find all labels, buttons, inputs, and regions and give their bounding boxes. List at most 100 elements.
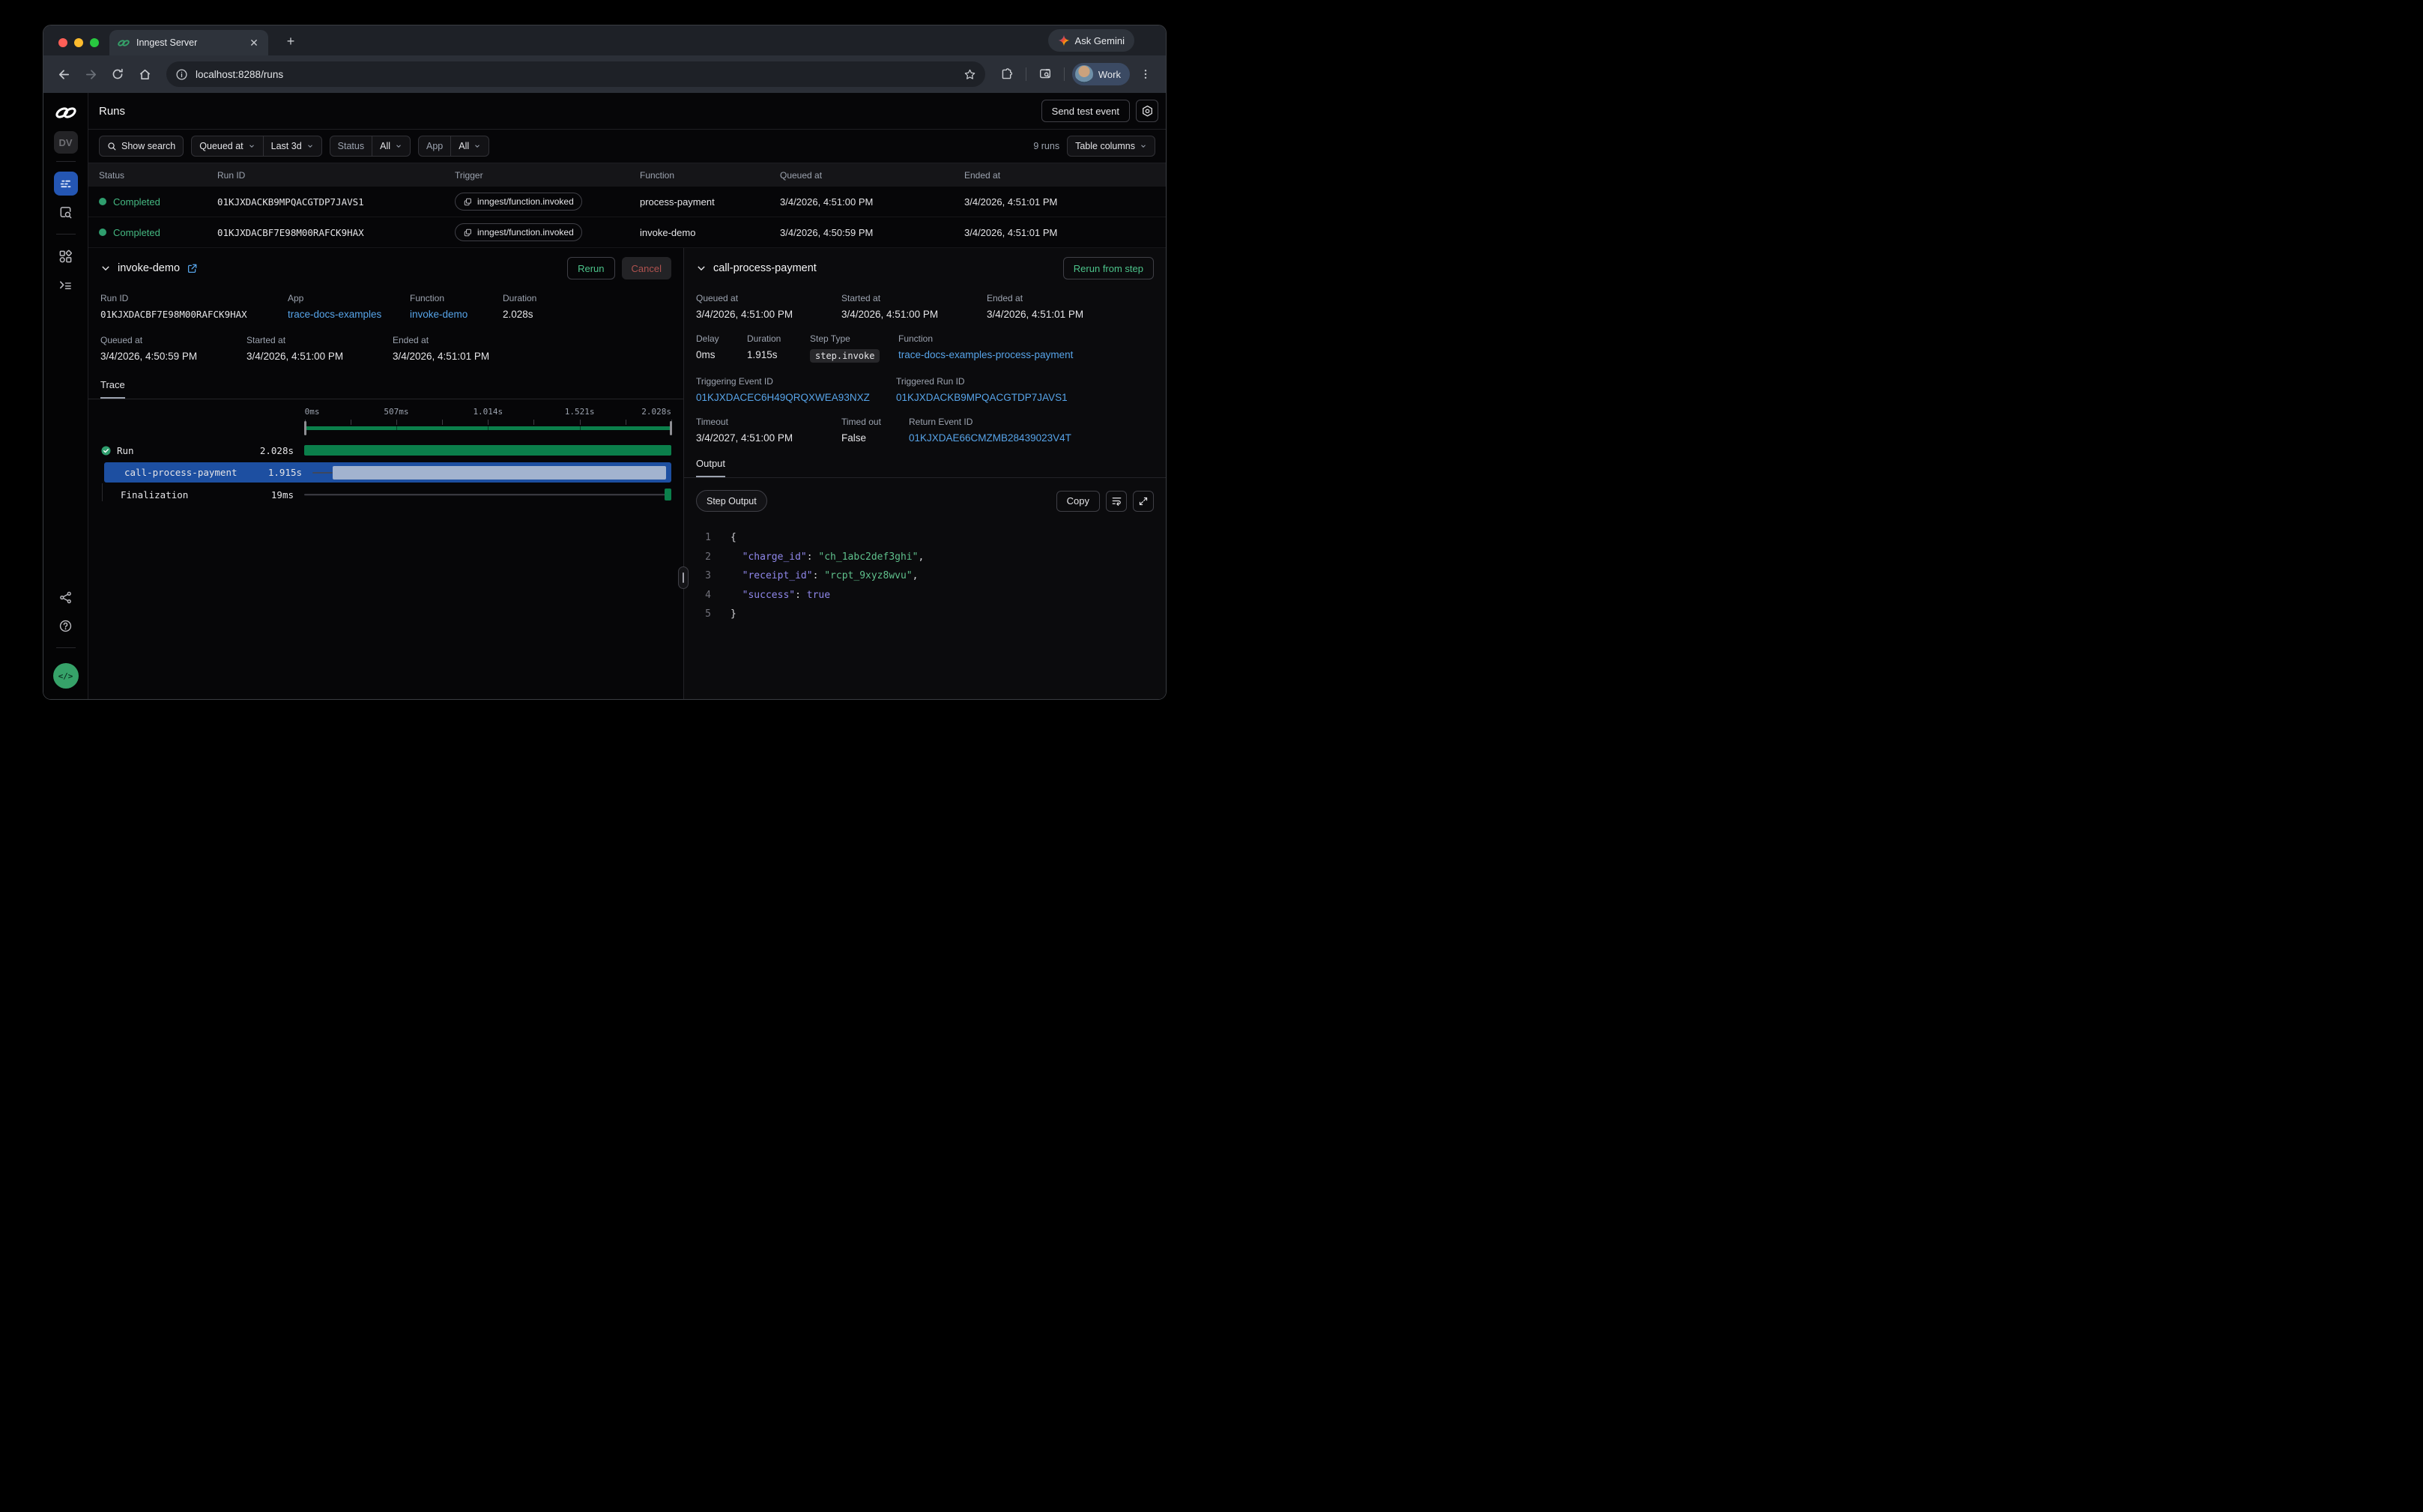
- search-tabs-icon[interactable]: [1034, 63, 1056, 85]
- tab-trace[interactable]: Trace: [100, 379, 125, 399]
- trace-row-finalization[interactable]: Finalization 19ms: [100, 486, 671, 504]
- word-wrap-button[interactable]: [1106, 491, 1127, 512]
- axis-tick-label: 1.521s: [565, 407, 595, 417]
- reload-button[interactable]: [106, 63, 129, 85]
- window-controls[interactable]: [58, 38, 99, 47]
- env-badge[interactable]: DV: [54, 131, 78, 154]
- sidebar-item-runs[interactable]: [54, 172, 78, 196]
- forward-button[interactable]: [79, 63, 102, 85]
- profile-label: Work: [1098, 69, 1121, 80]
- started-value: 3/4/2026, 4:51:00 PM: [841, 309, 987, 320]
- triggering-event-id-label: Triggering Event ID: [696, 376, 896, 387]
- sidebar-item-apps[interactable]: [54, 244, 78, 268]
- inngest-logo-icon[interactable]: [54, 105, 78, 121]
- step-type-badge: step.invoke: [810, 349, 880, 363]
- trace-row-run[interactable]: Run 2.028s: [100, 441, 671, 459]
- span-bar[interactable]: [665, 489, 671, 501]
- time-field-dropdown[interactable]: Queued at: [192, 136, 262, 156]
- trigger-pill[interactable]: inngest/function.invoked: [455, 223, 582, 241]
- browser-tab[interactable]: Inngest Server ✕: [109, 30, 268, 55]
- bookmark-star-icon[interactable]: [964, 68, 976, 81]
- url-text[interactable]: localhost:8288/runs: [196, 69, 956, 80]
- status-filter-value[interactable]: All: [372, 136, 410, 156]
- output-code[interactable]: 1{ 2 "charge_id": "ch_1abc2def3ghi", 3 "…: [696, 528, 1154, 624]
- url-bar[interactable]: localhost:8288/runs: [166, 61, 985, 87]
- table-columns-dropdown[interactable]: Table columns: [1067, 136, 1155, 157]
- run-id-value: 01KJXDACBF7E98M00RAFCK9HAX: [100, 309, 288, 320]
- step-output-button[interactable]: Step Output: [696, 490, 767, 512]
- function-link[interactable]: invoke-demo: [410, 309, 503, 320]
- run-id: 01KJXDACBF7E98M00RAFCK9HAX: [217, 227, 455, 238]
- table-row[interactable]: Completed 01KJXDACKB9MPQACGTDP7JAVS1 inn…: [88, 187, 1166, 217]
- triggering-event-id-link[interactable]: 01KJXDACEC6H49QRQXWEA93NXZ: [696, 392, 896, 403]
- app-link[interactable]: trace-docs-examples: [288, 309, 410, 320]
- trigger-pill[interactable]: inngest/function.invoked: [455, 193, 582, 211]
- app-filter-value[interactable]: All: [450, 136, 488, 156]
- event-copy-icon: [463, 197, 473, 207]
- terminal-icon: [58, 278, 73, 292]
- span-bar[interactable]: [333, 466, 666, 480]
- trace-row-call-process-payment[interactable]: call-process-payment 1.915s: [104, 462, 671, 483]
- app-label: App: [288, 293, 410, 303]
- table-header: Status Run ID Trigger Function Queued at…: [88, 163, 1166, 187]
- inngest-favicon-icon: [117, 38, 130, 48]
- tab-output[interactable]: Output: [696, 458, 725, 477]
- collapse-chevron-icon[interactable]: [696, 263, 707, 273]
- event-search-icon: [58, 205, 73, 220]
- rerun-from-step-button[interactable]: Rerun from step: [1063, 257, 1154, 279]
- send-test-event-button[interactable]: Send test event: [1041, 100, 1130, 122]
- time-filter[interactable]: Queued at Last 3d: [191, 136, 321, 157]
- axis-tick-label: 1.014s: [473, 407, 503, 417]
- dev-server-button[interactable]: </>: [53, 663, 79, 689]
- status-filter[interactable]: Status All: [330, 136, 411, 157]
- expand-button[interactable]: [1133, 491, 1154, 512]
- external-link-icon[interactable]: [187, 263, 198, 274]
- ask-gemini-button[interactable]: Ask Gemini: [1048, 29, 1134, 52]
- run-detail-panel: invoke-demo Rerun Cancel Run ID01KJXDACB…: [88, 248, 684, 699]
- function-name: invoke-demo: [640, 227, 780, 238]
- queued-label: Queued at: [696, 293, 841, 303]
- help-icon[interactable]: [54, 614, 78, 638]
- share-feedback-icon[interactable]: [54, 585, 78, 609]
- show-search-button[interactable]: Show search: [99, 136, 184, 157]
- return-event-id-link[interactable]: 01KJXDAE66CMZMB28439023V4T: [909, 432, 1154, 444]
- ended-value: 3/4/2026, 4:51:01 PM: [987, 309, 1154, 320]
- profile-chip[interactable]: Work: [1072, 63, 1130, 85]
- tab-strip: Inngest Server ✕ + Ask Gemini: [43, 25, 1166, 55]
- sidebar-divider: [56, 161, 76, 162]
- back-button[interactable]: [52, 63, 75, 85]
- minimap-end-handle[interactable]: [670, 421, 672, 435]
- rerun-button[interactable]: Rerun: [567, 257, 614, 279]
- settings-button[interactable]: [1136, 100, 1158, 122]
- home-button[interactable]: [133, 63, 156, 85]
- browser-menu-icon[interactable]: [1134, 63, 1157, 85]
- triggered-run-id-link[interactable]: 01KJXDACKB9MPQACGTDP7JAVS1: [896, 392, 1154, 403]
- panel-resize-handle[interactable]: [678, 566, 689, 589]
- sidebar-item-functions[interactable]: [54, 273, 78, 297]
- divider: [684, 477, 1166, 478]
- expand-icon: [1138, 496, 1149, 506]
- app-filter[interactable]: App All: [418, 136, 489, 157]
- function-link[interactable]: trace-docs-examples-process-payment: [898, 349, 1154, 360]
- span-baseline: [304, 494, 671, 495]
- site-info-icon[interactable]: [175, 68, 188, 81]
- cancel-button[interactable]: Cancel: [622, 257, 671, 279]
- copy-button[interactable]: Copy: [1056, 491, 1100, 512]
- sidebar-item-events[interactable]: [54, 200, 78, 224]
- new-tab-button[interactable]: +: [282, 32, 300, 50]
- gear-icon: [1141, 105, 1154, 118]
- minimize-window-button[interactable]: [74, 38, 83, 47]
- function-label: Function: [410, 293, 503, 303]
- timeline-minimap[interactable]: [305, 426, 671, 430]
- close-window-button[interactable]: [58, 38, 67, 47]
- extensions-icon[interactable]: [996, 63, 1018, 85]
- time-range-dropdown[interactable]: Last 3d: [263, 136, 321, 156]
- span-bar[interactable]: [304, 445, 671, 456]
- tab-close-icon[interactable]: ✕: [247, 36, 261, 49]
- app-sidebar: DV: [43, 93, 88, 699]
- collapse-chevron-icon[interactable]: [100, 263, 111, 273]
- maximize-window-button[interactable]: [90, 38, 99, 47]
- table-row[interactable]: Completed 01KJXDACBF7E98M00RAFCK9HAX inn…: [88, 217, 1166, 248]
- run-id: 01KJXDACKB9MPQACGTDP7JAVS1: [217, 196, 455, 208]
- minimap-start-handle[interactable]: [304, 421, 306, 435]
